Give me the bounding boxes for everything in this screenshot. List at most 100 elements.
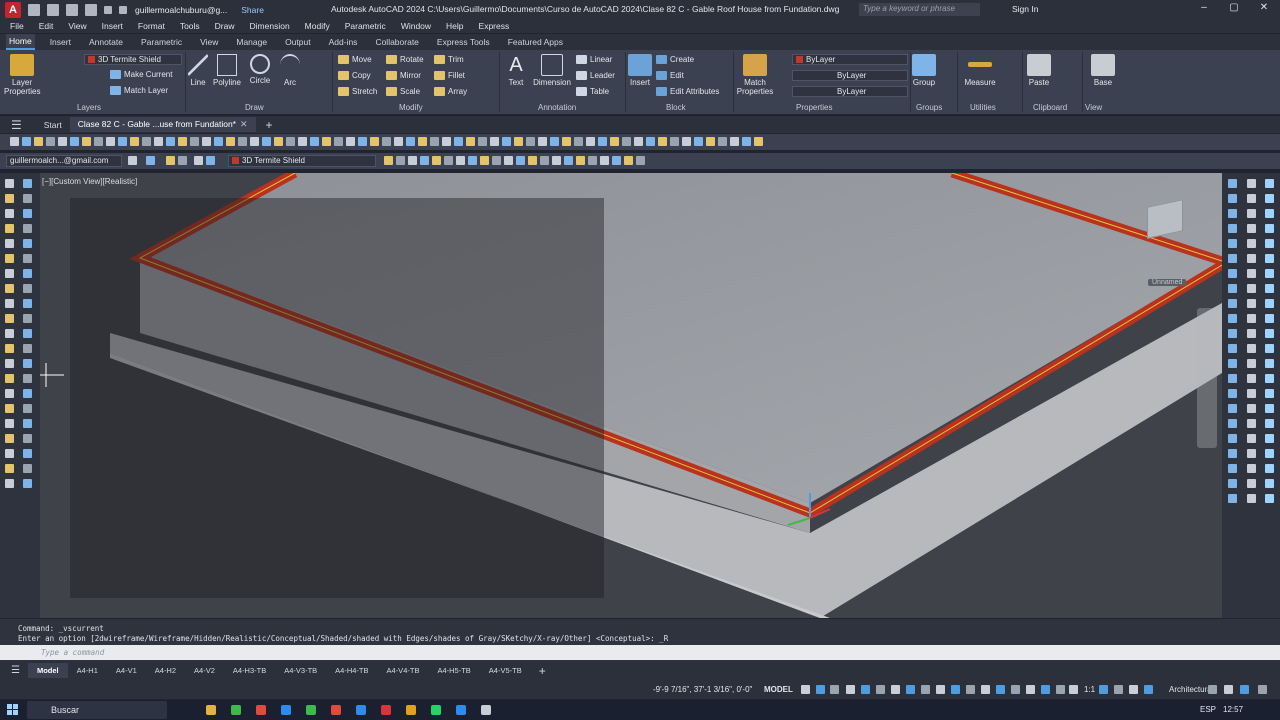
- line-button[interactable]: Line: [187, 54, 209, 87]
- coordinates-readout[interactable]: -9'-9 7/16", 37'-1 3/16", 0'-0": [653, 685, 752, 694]
- side-tool-icon[interactable]: [1265, 329, 1274, 338]
- side-tool-icon[interactable]: [5, 479, 14, 488]
- undo-icon[interactable]: [104, 5, 112, 14]
- status-toggle-icon[interactable]: [801, 685, 810, 694]
- side-tool-icon[interactable]: [1228, 359, 1237, 368]
- circle-button[interactable]: Circle: [247, 54, 273, 85]
- side-tool-icon[interactable]: [1247, 494, 1256, 503]
- linear-dimension-button[interactable]: Linear: [576, 55, 612, 65]
- side-tool-icon[interactable]: [1247, 404, 1256, 413]
- layer-tool-icon[interactable]: [420, 156, 429, 165]
- side-tool-icon[interactable]: [23, 374, 32, 383]
- status-toggle-icon[interactable]: [1224, 685, 1233, 694]
- status-toggle-icon[interactable]: [861, 685, 870, 694]
- status-toggle-icon[interactable]: [1041, 685, 1050, 694]
- status-toggle-icon[interactable]: [1026, 685, 1035, 694]
- side-tool-icon[interactable]: [1228, 269, 1237, 278]
- side-tool-icon[interactable]: [1247, 374, 1256, 383]
- toolbar-tool-icon[interactable]: [10, 137, 19, 146]
- layer-dropdown[interactable]: 3D Termite Shield: [84, 54, 182, 65]
- layer-tool-icon[interactable]: [396, 156, 405, 165]
- side-tool-icon[interactable]: [5, 314, 14, 323]
- toolbar-tool-icon[interactable]: [226, 137, 235, 146]
- toolbar-tool-icon[interactable]: [550, 137, 559, 146]
- toolbar-tool-icon[interactable]: [646, 137, 655, 146]
- side-tool-icon[interactable]: [1228, 419, 1237, 428]
- side-tool-icon[interactable]: [1265, 419, 1274, 428]
- taskbar-search[interactable]: Buscar: [27, 701, 167, 719]
- side-tool-icon[interactable]: [1228, 344, 1237, 353]
- side-tool-icon[interactable]: [1228, 329, 1237, 338]
- status-toggle-icon[interactable]: [1114, 685, 1123, 694]
- tab-parametric[interactable]: Parametric: [138, 35, 185, 49]
- side-tool-icon[interactable]: [1265, 314, 1274, 323]
- side-tool-icon[interactable]: [5, 194, 14, 203]
- tab-annotate[interactable]: Annotate: [86, 35, 126, 49]
- menu-format[interactable]: Format: [138, 21, 165, 31]
- side-tool-icon[interactable]: [5, 269, 14, 278]
- side-tool-icon[interactable]: [1265, 404, 1274, 413]
- layer-tool-icon[interactable]: [166, 156, 175, 165]
- layer-tool-icon[interactable]: [468, 156, 477, 165]
- toolbar-tool-icon[interactable]: [238, 137, 247, 146]
- status-toggle-icon[interactable]: [816, 685, 825, 694]
- taskbar-app-icon[interactable]: [306, 705, 316, 715]
- file-tabs-menu-icon[interactable]: ☰: [11, 118, 22, 132]
- toolbar-tool-icon[interactable]: [274, 137, 283, 146]
- taskbar-app-icon[interactable]: [406, 705, 416, 715]
- status-toggle-icon[interactable]: [1240, 685, 1249, 694]
- side-tool-icon[interactable]: [23, 344, 32, 353]
- layer-tool-icon[interactable]: [492, 156, 501, 165]
- toolbar-tool-icon[interactable]: [202, 137, 211, 146]
- stretch-button[interactable]: Stretch: [338, 87, 377, 97]
- toolbar-tool-icon[interactable]: [478, 137, 487, 146]
- menu-draw[interactable]: Draw: [215, 21, 235, 31]
- side-tool-icon[interactable]: [23, 254, 32, 263]
- side-tool-icon[interactable]: [5, 389, 14, 398]
- layout-tab[interactable]: A4-V4-TB: [378, 663, 429, 678]
- side-tool-icon[interactable]: [1228, 389, 1237, 398]
- toolbar-tool-icon[interactable]: [610, 137, 619, 146]
- taskbar-app-icon[interactable]: [481, 705, 491, 715]
- toolbar-tool-icon[interactable]: [538, 137, 547, 146]
- taskbar-app-icon[interactable]: [331, 705, 341, 715]
- add-layout-icon[interactable]: +: [539, 664, 546, 678]
- menu-view[interactable]: View: [68, 21, 86, 31]
- layouts-menu-icon[interactable]: ☰: [11, 665, 20, 676]
- layer-tool-icon[interactable]: [178, 156, 187, 165]
- toolbar-tool-icon[interactable]: [94, 137, 103, 146]
- layer-tool-icon[interactable]: [588, 156, 597, 165]
- sign-in-button[interactable]: Sign In: [1012, 4, 1038, 14]
- tab-manage[interactable]: Manage: [233, 35, 270, 49]
- status-toggle-icon[interactable]: [921, 685, 930, 694]
- menu-express[interactable]: Express: [479, 21, 510, 31]
- group-utilities-label[interactable]: Utilities: [970, 103, 996, 112]
- toolbar-tool-icon[interactable]: [130, 137, 139, 146]
- toolbar-tool-icon[interactable]: [190, 137, 199, 146]
- layer-tool-icon[interactable]: [432, 156, 441, 165]
- side-tool-icon[interactable]: [23, 224, 32, 233]
- side-tool-icon[interactable]: [1228, 239, 1237, 248]
- toolbar-tool-icon[interactable]: [250, 137, 259, 146]
- side-tool-icon[interactable]: [23, 404, 32, 413]
- side-tool-icon[interactable]: [1265, 359, 1274, 368]
- side-tool-icon[interactable]: [1265, 389, 1274, 398]
- side-tool-icon[interactable]: [1247, 209, 1256, 218]
- status-toggle-icon[interactable]: [891, 685, 900, 694]
- side-tool-icon[interactable]: [1247, 194, 1256, 203]
- drawing-viewport[interactable]: [−][Custom View][Realistic] Unnamed: [40, 173, 1222, 618]
- toolbar-tool-icon[interactable]: [502, 137, 511, 146]
- layer-tool-icon[interactable]: [576, 156, 585, 165]
- side-tool-icon[interactable]: [5, 344, 14, 353]
- side-tool-icon[interactable]: [1247, 449, 1256, 458]
- layer-tool-icon[interactable]: [564, 156, 573, 165]
- layer-tool-icon[interactable]: [528, 156, 537, 165]
- trim-button[interactable]: Trim: [434, 55, 464, 65]
- toolbar-tool-icon[interactable]: [406, 137, 415, 146]
- side-tool-icon[interactable]: [5, 404, 14, 413]
- side-tool-icon[interactable]: [1265, 254, 1274, 263]
- group-clipboard-label[interactable]: Clipboard: [1033, 103, 1067, 112]
- toolbar-tool-icon[interactable]: [322, 137, 331, 146]
- tab-insert[interactable]: Insert: [47, 35, 74, 49]
- toolbar-tool-icon[interactable]: [706, 137, 715, 146]
